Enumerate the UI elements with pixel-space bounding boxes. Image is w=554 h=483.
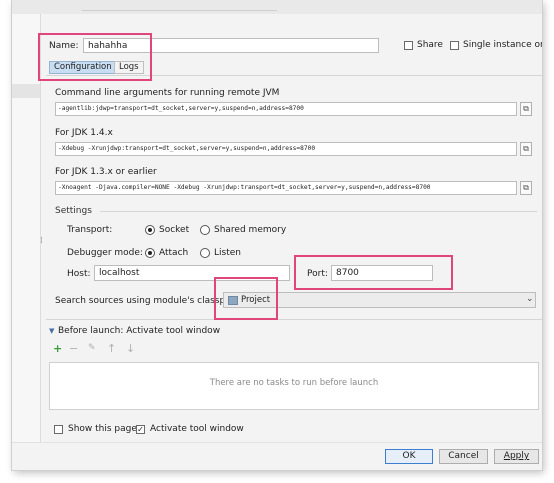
before-launch-task-list[interactable]: There are no tasks to run before launch bbox=[49, 362, 539, 410]
before-launch-title: Before launch: Activate tool window bbox=[58, 326, 221, 336]
copy-icon[interactable]: ⧉ bbox=[520, 102, 532, 116]
jdk14-label: For JDK 1.4.x bbox=[55, 128, 113, 138]
activate-tool-window-label: Activate tool window bbox=[150, 424, 244, 434]
before-launch-separator bbox=[46, 319, 542, 320]
transport-socket-radio[interactable] bbox=[145, 225, 155, 235]
share-label: Share bbox=[417, 40, 443, 50]
settings-title: Settings bbox=[55, 206, 92, 216]
copy-icon[interactable]: ⧉ bbox=[520, 181, 532, 195]
jdk13-args-field[interactable]: -Xnoagent -Djava.compiler=NONE -Xdebug -… bbox=[55, 181, 517, 195]
debugger-mode-listen-radio[interactable] bbox=[200, 248, 210, 258]
debugger-mode-attach-label: Attach bbox=[159, 248, 189, 258]
configuration-tree-pane bbox=[12, 14, 41, 442]
port-input[interactable] bbox=[331, 265, 433, 281]
debugger-mode-attach-radio[interactable] bbox=[145, 248, 155, 258]
transport-shared-memory-radio[interactable] bbox=[200, 225, 210, 235]
show-this-page-label: Show this page bbox=[68, 424, 137, 434]
collapse-triangle-icon[interactable]: ▼ bbox=[49, 327, 54, 335]
single-instance-checkbox[interactable] bbox=[450, 41, 459, 50]
debugger-mode-listen-label: Listen bbox=[214, 248, 241, 258]
chevron-down-icon[interactable]: ⌄ bbox=[526, 294, 534, 304]
arrow-down-icon[interactable]: ↓ bbox=[126, 343, 135, 354]
before-launch-empty-text: There are no tasks to run before launch bbox=[209, 378, 379, 388]
jvm-args-label: Command line arguments for running remot… bbox=[55, 88, 280, 98]
share-checkbox[interactable] bbox=[404, 41, 413, 50]
jdk13-label: For JDK 1.3.x or earlier bbox=[55, 167, 157, 177]
edit-icon[interactable]: ✎ bbox=[88, 343, 96, 354]
splitter-handle-icon[interactable]: ⁞ bbox=[40, 236, 43, 246]
single-instance-label: Single instance only bbox=[463, 40, 542, 50]
host-input[interactable] bbox=[94, 265, 290, 281]
apply-button[interactable]: Apply bbox=[494, 449, 539, 464]
minus-icon[interactable]: − bbox=[69, 343, 78, 354]
settings-separator bbox=[100, 211, 537, 212]
arrow-up-icon[interactable]: ↑ bbox=[107, 343, 116, 354]
transport-socket-label: Socket bbox=[159, 225, 190, 235]
name-input[interactable] bbox=[83, 38, 379, 53]
apply-button-label: Apply bbox=[503, 451, 530, 461]
jvm-args-field[interactable]: -agentlib:jdwp=transport=dt_socket,serve… bbox=[55, 102, 517, 116]
transport-label: Transport: bbox=[67, 225, 113, 235]
show-this-page-checkbox[interactable] bbox=[54, 425, 63, 434]
run-configuration-dialog: ⁞ Name: Share Single instance only Confi… bbox=[12, 0, 542, 470]
name-label: Name: bbox=[49, 41, 79, 51]
tab-logs[interactable]: Logs bbox=[114, 61, 144, 74]
host-label: Host: bbox=[67, 269, 91, 279]
module-classpath-value: Project bbox=[241, 295, 271, 305]
debugger-mode-label: Debugger mode: bbox=[67, 248, 143, 258]
jdk14-args-field[interactable]: -Xdebug -Xrunjdwp:transport=dt_socket,se… bbox=[55, 142, 517, 156]
transport-shared-memory-label: Shared memory bbox=[214, 225, 287, 235]
port-label: Port: bbox=[307, 269, 328, 279]
tab-divider bbox=[46, 75, 542, 76]
plus-icon[interactable]: + bbox=[53, 343, 62, 354]
title-bar-divider bbox=[82, 0, 277, 11]
module-classpath-select[interactable]: Project ⌄ bbox=[223, 292, 536, 308]
module-folder-icon bbox=[228, 296, 238, 305]
button-bar-separator bbox=[12, 442, 542, 443]
configuration-tree-selected-row[interactable] bbox=[12, 84, 40, 98]
activate-tool-window-checkbox[interactable]: ✓ bbox=[136, 425, 145, 434]
ok-button[interactable]: OK bbox=[385, 449, 433, 464]
search-sources-label: Search sources using module's classpath: bbox=[55, 296, 243, 306]
tab-configuration[interactable]: Configuration bbox=[49, 61, 117, 74]
copy-icon[interactable]: ⧉ bbox=[520, 142, 532, 156]
cancel-button[interactable]: Cancel bbox=[439, 449, 488, 464]
